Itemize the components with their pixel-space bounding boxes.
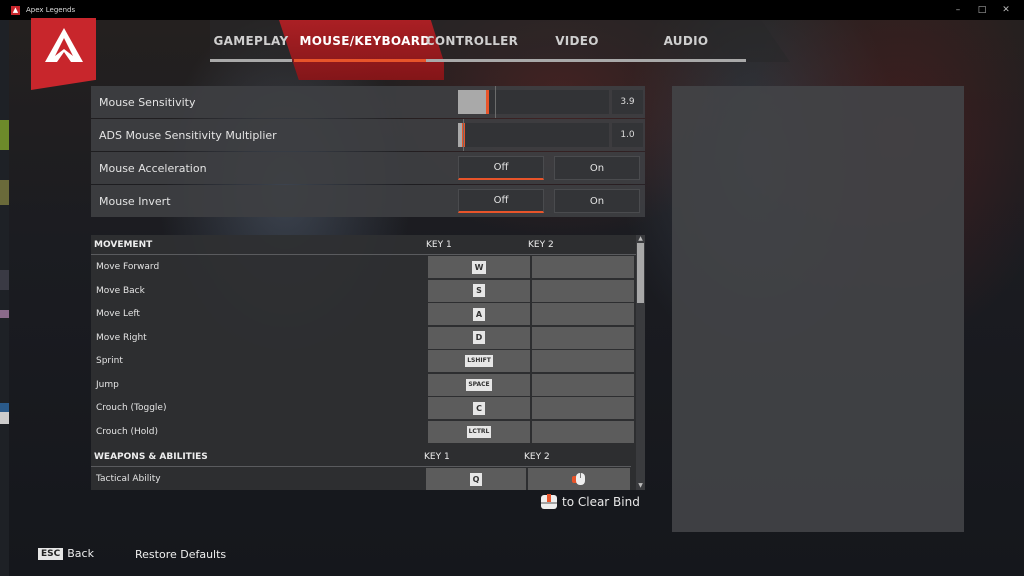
keybind-row: Jump SPACE [91, 373, 636, 397]
key2-bind-button[interactable] [532, 397, 634, 419]
key1-bind-button[interactable]: C [428, 397, 530, 419]
setting-row-mouse-acceleration: Mouse Acceleration Off On [91, 152, 645, 184]
tab-audio[interactable]: AUDIO [626, 20, 746, 62]
key1-bind-button[interactable]: W [428, 256, 530, 278]
apex-logo-icon [45, 28, 83, 62]
key2-bind-button[interactable] [532, 420, 634, 443]
setting-preview-panel [672, 86, 964, 532]
key1-bind-button[interactable]: LCTRL [428, 420, 530, 443]
keybind-row: Tactical Ability Q [91, 468, 636, 490]
setting-row-ads-multiplier: ADS Mouse Sensitivity Multiplier 1.0 [91, 119, 645, 151]
scroll-up-arrow-icon[interactable]: ▲ [636, 235, 645, 243]
back-button[interactable]: ESC Back [38, 547, 94, 560]
settings-tabs: GAMEPLAY MOUSE/KEYBOARD CONTROLLER VIDEO… [180, 20, 780, 62]
scrollbar-thumb[interactable] [637, 243, 644, 303]
tab-gameplay[interactable]: GAMEPLAY [210, 20, 292, 62]
keybind-row: Move Forward W [91, 256, 636, 279]
mouse-settings-panel: Mouse Sensitivity 3.9 ADS Mouse Sensitiv… [91, 86, 645, 218]
mouse-sensitivity-value[interactable]: 3.9 [612, 90, 643, 114]
key2-bind-button[interactable] [528, 468, 630, 490]
key1-bind-button[interactable]: D [428, 326, 530, 349]
key2-bind-button[interactable] [532, 373, 634, 396]
mouse-acceleration-on-button[interactable]: On [554, 156, 640, 180]
key1-bind-button[interactable]: Q [426, 468, 526, 490]
maximize-button[interactable]: □ [970, 0, 994, 20]
setting-label: Mouse Acceleration [99, 161, 207, 175]
keybind-row: Move Back S [91, 279, 636, 303]
setting-label: Mouse Invert [99, 194, 171, 208]
key1-bind-button[interactable]: LSHIFT [428, 350, 530, 372]
keybind-row: Crouch (Hold) LCTRL [91, 420, 636, 444]
key2-bind-button[interactable] [532, 326, 634, 349]
section-header-movement: MOVEMENT KEY 1 KEY 2 [91, 235, 636, 255]
restore-defaults-button[interactable]: Restore Defaults [135, 548, 226, 561]
mouse-button-4-icon [572, 473, 585, 485]
keybind-row: Move Left A [91, 303, 636, 326]
key2-bind-button[interactable] [532, 303, 634, 325]
setting-row-mouse-invert: Mouse Invert Off On [91, 185, 645, 217]
mouse-sensitivity-slider[interactable] [458, 86, 609, 118]
mouse-invert-on-button[interactable]: On [554, 189, 640, 213]
apex-logo-banner [31, 18, 96, 90]
keybind-row: Crouch (Toggle) C [91, 397, 636, 420]
background-app-strip [0, 20, 9, 576]
tab-video[interactable]: VIDEO [518, 20, 636, 62]
mouse-invert-off-button[interactable]: Off [458, 189, 544, 213]
window-titlebar: ▲ Apex Legends – □ ✕ [0, 0, 1024, 20]
minimize-button[interactable]: – [946, 0, 970, 20]
key2-bind-button[interactable] [532, 350, 634, 372]
clear-bind-hint: to Clear Bind [541, 494, 640, 509]
key2-bind-button[interactable] [532, 279, 634, 302]
key1-bind-button[interactable]: SPACE [428, 373, 530, 396]
slider-fill [458, 90, 486, 114]
key2-bind-button[interactable] [532, 256, 634, 278]
keybinds-scrollbar[interactable]: ▲ ▼ [636, 235, 645, 490]
tab-controller[interactable]: CONTROLLER [426, 20, 518, 62]
setting-label: Mouse Sensitivity [99, 95, 196, 109]
key1-bind-button[interactable]: A [428, 303, 530, 325]
keybind-row: Move Right D [91, 326, 636, 350]
mouse-middle-click-icon [541, 494, 557, 509]
close-button[interactable]: ✕ [994, 0, 1018, 20]
slider-default-notch [463, 119, 464, 151]
apex-app-icon: ▲ [11, 5, 20, 15]
keybinds-panel: MOVEMENT KEY 1 KEY 2 Move Forward W Move… [91, 235, 645, 490]
setting-row-mouse-sensitivity: Mouse Sensitivity 3.9 [91, 86, 645, 118]
section-header-weapons-abilities: WEAPONS & ABILITIES KEY 1 KEY 2 [91, 447, 631, 467]
ads-multiplier-slider[interactable] [458, 119, 609, 151]
mouse-acceleration-off-button[interactable]: Off [458, 156, 544, 180]
setting-label: ADS Mouse Sensitivity Multiplier [99, 128, 277, 142]
scroll-down-arrow-icon[interactable]: ▼ [636, 482, 645, 490]
ads-multiplier-value[interactable]: 1.0 [612, 123, 643, 147]
keybind-row: Sprint LSHIFT [91, 350, 636, 373]
slider-thumb[interactable] [486, 90, 489, 114]
window-title: Apex Legends [26, 6, 76, 14]
esc-key-badge: ESC [38, 547, 64, 560]
slider-default-notch [495, 86, 496, 118]
tab-mouse-keyboard[interactable]: MOUSE/KEYBOARD [294, 20, 436, 62]
key1-bind-button[interactable]: S [428, 279, 530, 302]
